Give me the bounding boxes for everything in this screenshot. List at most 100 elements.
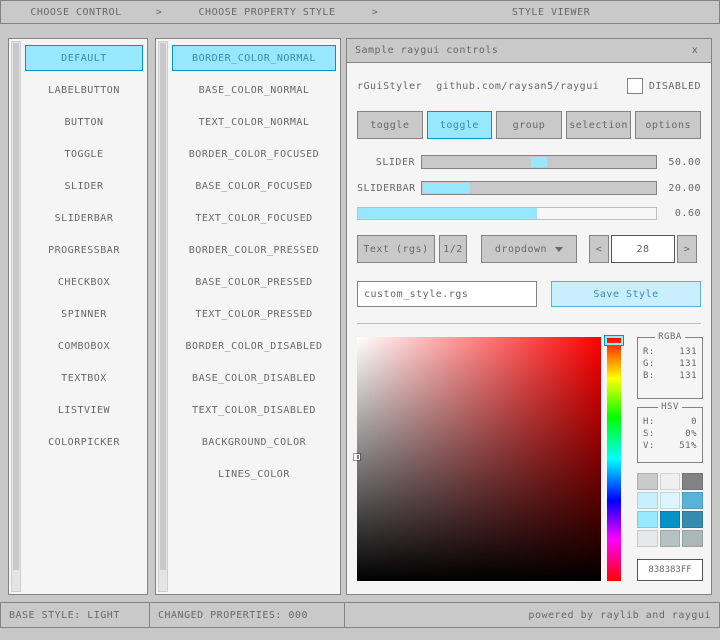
prop-border-color-focused[interactable]: BORDER_COLOR_FOCUSED — [172, 141, 336, 167]
breadcrumb: CHOOSE CONTROL > CHOOSE PROPERTY STYLE >… — [0, 0, 720, 24]
save-style-button[interactable]: Save Style — [551, 281, 701, 307]
style-color-palette — [637, 473, 703, 547]
prop-text-color-disabled[interactable]: TEXT_COLOR_DISABLED — [172, 397, 336, 423]
prop-base-color-focused[interactable]: BASE_COLOR_FOCUSED — [172, 173, 336, 199]
divider — [357, 323, 701, 324]
repo-link[interactable]: github.com/raysan5/raygui — [436, 81, 627, 92]
disabled-checkbox-label: DISABLED — [649, 81, 701, 92]
palette-swatch[interactable] — [637, 492, 658, 509]
slider-label: SLIDER — [357, 157, 421, 168]
hex-color-input[interactable]: 838383FF — [637, 559, 703, 581]
palette-swatch[interactable] — [637, 530, 658, 547]
status-changed-properties: CHANGED PROPERTIES: 000 — [149, 602, 345, 628]
properties-scrollbar[interactable] — [158, 41, 168, 592]
list-item-colorpicker[interactable]: COLORPICKER — [25, 429, 143, 455]
toggle-button-0[interactable]: toggle — [357, 111, 423, 139]
v-value: 51% — [679, 441, 697, 451]
chevron-right-icon: > — [151, 7, 167, 18]
sliderbar-value: 20.00 — [657, 183, 701, 194]
status-powered-by: powered by raylib and raygui — [344, 602, 720, 628]
palette-swatch[interactable] — [682, 492, 703, 509]
dropdown-combobox[interactable]: dropdown — [481, 235, 577, 263]
slider-track[interactable] — [421, 155, 657, 169]
list-item-checkbox[interactable]: CHECKBOX — [25, 269, 143, 295]
palette-swatch[interactable] — [682, 530, 703, 547]
list-item-progressbar[interactable]: PROGRESSBAR — [25, 237, 143, 263]
list-item-sliderbar[interactable]: SLIDERBAR — [25, 205, 143, 231]
filename-input[interactable]: custom_style.rgs — [357, 281, 537, 307]
chevron-down-icon — [555, 247, 563, 252]
b-value: 131 — [679, 371, 697, 381]
prop-text-color-normal[interactable]: TEXT_COLOR_NORMAL — [172, 109, 336, 135]
list-item-listview[interactable]: LISTVIEW — [25, 397, 143, 423]
progressbar-fill — [358, 208, 537, 219]
spinner-value-box[interactable]: 28 — [611, 235, 675, 263]
h-value: 0 — [691, 417, 697, 427]
breadcrumb-choose-property-style: CHOOSE PROPERTY STYLE — [167, 1, 367, 23]
chevron-right-icon: > — [367, 7, 383, 18]
prop-lines-color[interactable]: LINES_COLOR — [172, 461, 336, 487]
list-item-textbox[interactable]: TEXTBOX — [25, 365, 143, 391]
sliderbar-fill — [423, 183, 470, 193]
scrollbar-thumb[interactable] — [13, 43, 19, 570]
hsv-group-title: HSV — [658, 402, 682, 412]
prop-border-color-disabled[interactable]: BORDER_COLOR_DISABLED — [172, 333, 336, 359]
disabled-checkbox[interactable] — [627, 78, 643, 94]
toggle-button-4[interactable]: options — [635, 111, 701, 139]
palette-swatch[interactable] — [660, 530, 681, 547]
prop-border-color-pressed[interactable]: BORDER_COLOR_PRESSED — [172, 237, 336, 263]
palette-swatch[interactable] — [637, 511, 658, 528]
g-label: G: — [643, 359, 655, 369]
list-item-spinner[interactable]: SPINNER — [25, 301, 143, 327]
prop-base-color-pressed[interactable]: BASE_COLOR_PRESSED — [172, 269, 336, 295]
prop-base-color-disabled[interactable]: BASE_COLOR_DISABLED — [172, 365, 336, 391]
prop-background-color[interactable]: BACKGROUND_COLOR — [172, 429, 336, 455]
list-item-combobox[interactable]: COMBOBOX — [25, 333, 143, 359]
properties-listview: BORDER_COLOR_NORMAL BASE_COLOR_NORMAL TE… — [155, 38, 341, 595]
prop-base-color-normal[interactable]: BASE_COLOR_NORMAL — [172, 77, 336, 103]
toggle-button-2[interactable]: group — [496, 111, 562, 139]
sliderbar-label: SLIDERBAR — [357, 183, 421, 194]
palette-swatch[interactable] — [660, 492, 681, 509]
progressbar-track — [357, 207, 657, 220]
color-saturation-value-panel[interactable] — [357, 337, 601, 581]
slider-handle[interactable] — [531, 157, 547, 167]
spinner-increment-button[interactable]: > — [677, 235, 697, 263]
s-label: S: — [643, 429, 655, 439]
r-label: R: — [643, 347, 655, 357]
scrollbar-thumb[interactable] — [160, 43, 166, 570]
progressbar-value: 0.60 — [657, 208, 701, 219]
toggle-button-3[interactable]: selection — [566, 111, 632, 139]
slider-value: 50.00 — [657, 157, 701, 168]
list-item-labelbutton[interactable]: LABELBUTTON — [25, 77, 143, 103]
controls-scrollbar[interactable] — [11, 41, 21, 592]
status-base-style: BASE STYLE: LIGHT — [0, 602, 150, 628]
palette-swatch[interactable] — [637, 473, 658, 490]
palette-swatch[interactable] — [682, 473, 703, 490]
sample-controls-window: Sample raygui controls x rGuiStyler gith… — [346, 38, 712, 595]
hue-bar[interactable] — [607, 337, 621, 581]
half-button[interactable]: 1/2 — [439, 235, 467, 263]
color-cursor[interactable] — [354, 454, 360, 460]
h-label: H: — [643, 417, 655, 427]
list-item-slider[interactable]: SLIDER — [25, 173, 143, 199]
sliderbar-track[interactable] — [421, 181, 657, 195]
palette-swatch[interactable] — [682, 511, 703, 528]
rgba-group: RGBA R:131 G:131 B:131 — [637, 337, 703, 399]
close-icon[interactable]: x — [687, 43, 703, 59]
list-item-default[interactable]: DEFAULT — [25, 45, 143, 71]
prop-border-color-normal[interactable]: BORDER_COLOR_NORMAL — [172, 45, 336, 71]
hue-marker[interactable] — [605, 336, 623, 345]
prop-text-color-focused[interactable]: TEXT_COLOR_FOCUSED — [172, 205, 336, 231]
prop-text-color-pressed[interactable]: TEXT_COLOR_PRESSED — [172, 301, 336, 327]
text-rgs-button[interactable]: Text (rgs) — [357, 235, 435, 263]
breadcrumb-label: CHOOSE CONTROL — [30, 7, 121, 18]
spinner-decrement-button[interactable]: < — [589, 235, 609, 263]
palette-swatch[interactable] — [660, 473, 681, 490]
list-item-toggle[interactable]: TOGGLE — [25, 141, 143, 167]
palette-swatch[interactable] — [660, 511, 681, 528]
list-item-button[interactable]: BUTTON — [25, 109, 143, 135]
breadcrumb-choose-control: CHOOSE CONTROL — [1, 1, 151, 23]
breadcrumb-style-viewer: STYLE VIEWER — [383, 1, 719, 23]
toggle-button-1[interactable]: toggle — [427, 111, 493, 139]
